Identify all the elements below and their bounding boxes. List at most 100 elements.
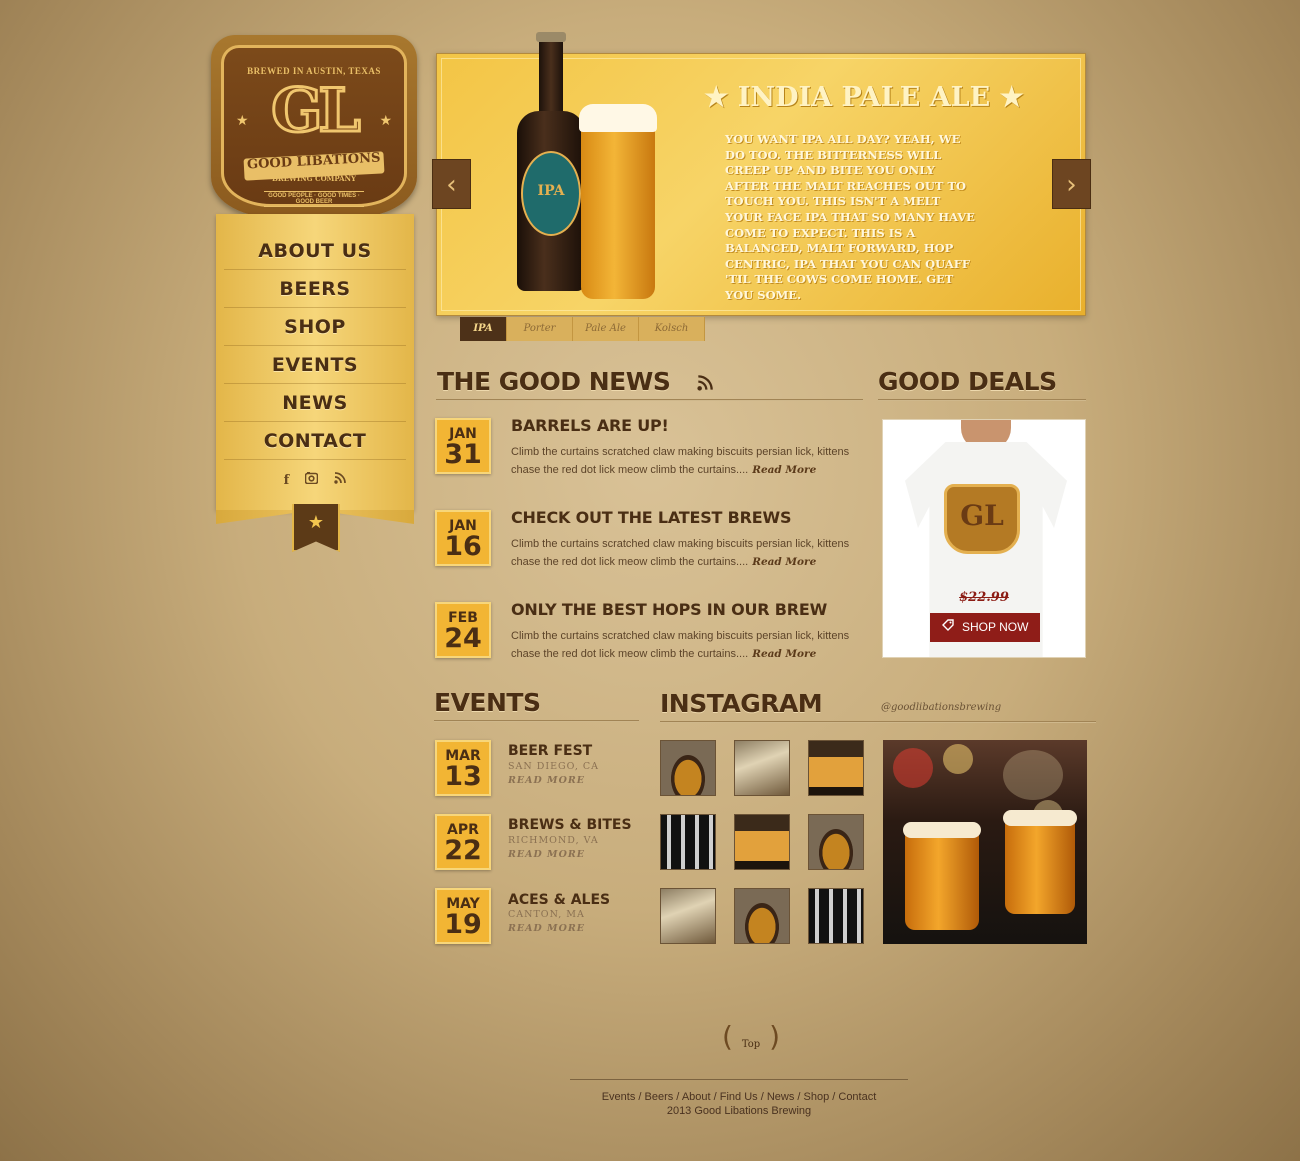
event-title[interactable]: BEER FEST — [508, 743, 592, 759]
event-read-more-link[interactable]: READ MORE — [508, 775, 585, 786]
divider — [878, 399, 1086, 401]
read-more-link[interactable]: Read More — [752, 464, 816, 476]
nav-item-events[interactable]: EVENTS — [224, 346, 406, 384]
instagram-thumbnail[interactable] — [734, 814, 790, 870]
ribbon-badge: ★ — [292, 504, 340, 552]
instagram-thumbnail[interactable] — [734, 888, 790, 944]
beer-bottle-image: IPA — [517, 32, 585, 306]
bottle-label-text: IPA — [537, 183, 565, 199]
news-item-excerpt: Climb the curtains scratched claw making… — [511, 627, 861, 663]
news-item-excerpt: Climb the curtains scratched claw making… — [511, 535, 861, 571]
footer-link-find-us[interactable]: Find Us — [720, 1091, 758, 1103]
beer-glass-image — [579, 104, 657, 299]
divider — [436, 399, 863, 401]
star-icon: ★ — [307, 512, 325, 533]
instagram-thumbnail[interactable] — [734, 740, 790, 796]
footer-link-shop[interactable]: Shop — [804, 1091, 830, 1103]
slider-next-button[interactable]: › — [1052, 159, 1091, 209]
instagram-heading: INSTAGRAM — [660, 689, 823, 718]
social-links: f — [216, 472, 414, 488]
shop-now-label: SHOP NOW — [961, 620, 1029, 634]
date-day: 31 — [444, 439, 482, 470]
beer-tabs: IPA Porter Pale Ale Kolsch — [460, 317, 705, 341]
chevron-right-icon: › — [1066, 170, 1077, 200]
tab-porter[interactable]: Porter — [507, 317, 573, 341]
footer-link-events[interactable]: Events — [602, 1091, 636, 1103]
news-date-badge: FEB 24 — [435, 602, 491, 658]
deal-product-card[interactable]: GL $22.99 SHOP NOW — [882, 419, 1086, 658]
deal-price: $22.99 — [959, 590, 1009, 605]
chevron-left-icon: ‹ — [446, 170, 457, 200]
instagram-icon[interactable] — [304, 472, 319, 488]
footer-link-news[interactable]: News — [767, 1091, 795, 1103]
event-date-badge: MAY 19 — [435, 888, 491, 944]
event-date-badge: APR 22 — [435, 814, 491, 870]
date-day: 19 — [444, 909, 482, 940]
star-icon: ★ — [236, 113, 249, 129]
nav-item-about-us[interactable]: ABOUT US — [224, 232, 406, 270]
back-to-top-label: Top — [741, 1039, 761, 1050]
news-item-title[interactable]: CHECK OUT THE LATEST BREWS — [511, 508, 791, 527]
event-read-more-link[interactable]: READ MORE — [508, 923, 585, 934]
tab-pale-ale[interactable]: Pale Ale — [573, 317, 639, 341]
event-date-badge: MAR 13 — [435, 740, 491, 796]
footer-link-beers[interactable]: Beers — [645, 1091, 674, 1103]
shirt-logo-text: GL — [960, 499, 1004, 532]
instagram-thumbnail[interactable] — [660, 814, 716, 870]
news-date-badge: JAN 31 — [435, 418, 491, 474]
news-date-badge: JAN 16 — [435, 510, 491, 566]
instagram-handle[interactable]: @goodlibationsbrewing — [881, 702, 1001, 713]
facebook-icon[interactable]: f — [284, 473, 290, 488]
back-to-top-link[interactable]: ( ) Top — [722, 1020, 780, 1062]
date-day: 16 — [444, 531, 482, 562]
brand-logo[interactable]: BREWED IN AUSTIN, TEXAS GL ★ ★ GOOD LIBA… — [211, 35, 417, 217]
event-title[interactable]: BREWS & BITES — [508, 817, 632, 833]
instagram-thumbnail[interactable] — [660, 740, 716, 796]
footer-link-about[interactable]: About — [682, 1091, 711, 1103]
instagram-featured-photo[interactable] — [883, 740, 1087, 944]
shop-now-button[interactable]: SHOP NOW — [930, 613, 1040, 642]
footer-link-contact[interactable]: Contact — [838, 1091, 876, 1103]
event-location: CANTON, MA — [508, 909, 585, 920]
instagram-thumbnail[interactable] — [808, 740, 864, 796]
hero-slider: IPA ★ INDIA PALE ALE ★ YOU WANT IPA ALL … — [436, 32, 1086, 316]
logo-tagline: GOOD PEOPLE · GOOD TIMES · GOOD BEER — [264, 191, 364, 207]
star-icon: ★ — [379, 113, 392, 129]
tab-ipa[interactable]: IPA — [460, 317, 507, 341]
date-day: 13 — [444, 761, 482, 792]
logo-frame: BREWED IN AUSTIN, TEXAS GL ★ ★ GOOD LIBA… — [221, 45, 407, 207]
event-location: SAN DIEGO, CA — [508, 761, 599, 772]
news-heading: THE GOOD NEWS — [437, 367, 671, 396]
logo-subname: BREWING COMPANY — [271, 174, 357, 183]
logo-location-text: BREWED IN AUSTIN, TEXAS — [247, 66, 381, 76]
hero-title: ★ INDIA PALE ALE ★ — [704, 82, 1024, 113]
read-more-link[interactable]: Read More — [752, 556, 816, 568]
date-day: 24 — [444, 623, 482, 654]
tab-kolsch[interactable]: Kolsch — [639, 317, 705, 341]
deals-heading: GOOD DEALS — [878, 367, 1057, 396]
news-item-title[interactable]: BARRELS ARE UP! — [511, 416, 669, 435]
instagram-thumbnail[interactable] — [808, 814, 864, 870]
read-more-link[interactable]: Read More — [752, 648, 816, 660]
slider-prev-button[interactable]: ‹ — [432, 159, 471, 209]
date-day: 22 — [444, 835, 482, 866]
nav-item-beers[interactable]: BEERS — [224, 270, 406, 308]
footer-nav: Events / Beers / About / Find Us / News … — [601, 1091, 877, 1103]
shirt-logo: GL — [944, 484, 1020, 554]
event-location: RICHMOND, VA — [508, 835, 599, 846]
rss-icon[interactable] — [334, 472, 347, 488]
tag-icon — [941, 619, 957, 634]
nav-item-shop[interactable]: SHOP — [224, 308, 406, 346]
footer-divider — [570, 1079, 908, 1080]
event-title[interactable]: ACES & ALES — [508, 892, 610, 908]
rss-icon[interactable] — [697, 375, 713, 395]
main-nav: ABOUT US BEERS SHOP EVENTS NEWS CONTACT … — [216, 214, 414, 510]
news-item-title[interactable]: ONLY THE BEST HOPS IN OUR BREW — [511, 600, 827, 619]
nav-item-contact[interactable]: CONTACT — [224, 422, 406, 460]
nav-item-news[interactable]: NEWS — [224, 384, 406, 422]
copyright-text: 2013 Good Libations Brewing — [666, 1105, 812, 1117]
instagram-thumbnail[interactable] — [660, 888, 716, 944]
event-read-more-link[interactable]: READ MORE — [508, 849, 585, 860]
hero-description: YOU WANT IPA ALL DAY? YEAH, WE DO TOO. T… — [725, 132, 975, 302]
instagram-thumbnail[interactable] — [808, 888, 864, 944]
